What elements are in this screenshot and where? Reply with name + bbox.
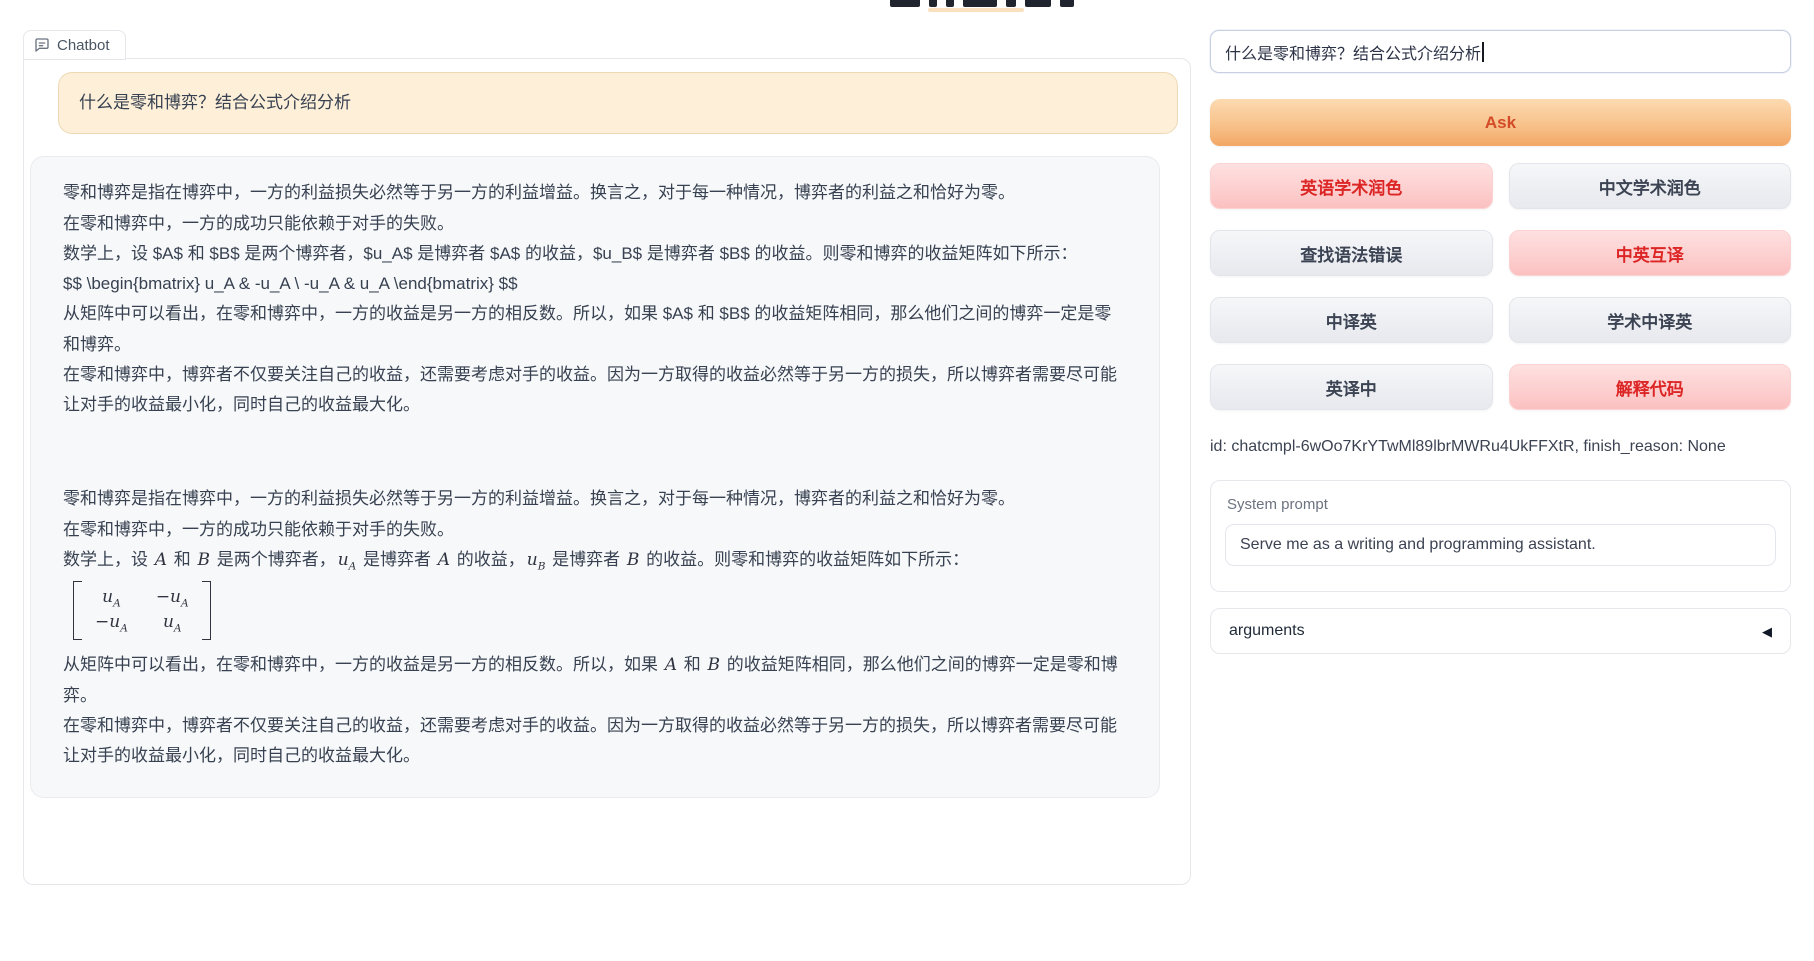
bot-raw-markdown-block: 零和博弈是指在博弈中，一方的利益损失必然等于另一方的利益增益。换言之，对于每一种… [63, 178, 1127, 420]
academic-zh-to-en-button[interactable]: 学术中译英 [1509, 297, 1792, 343]
system-prompt-label: System prompt [1227, 496, 1790, 513]
question-input[interactable]: 什么是零和博弈？结合公式介绍分析 [1210, 30, 1791, 73]
matrix-right-bracket [202, 581, 211, 640]
payoff-matrix: uA−uA−uAuA [63, 576, 1127, 651]
explain-code-button[interactable]: 解释代码 [1509, 364, 1792, 410]
system-prompt-value: Serve me as a writing and programming as… [1240, 536, 1596, 554]
chatbot-label-text: Chatbot [57, 37, 110, 54]
question-input-value: 什么是零和博弈？结合公式介绍分析 [1225, 40, 1481, 64]
chatbot-label: Chatbot [23, 30, 126, 60]
chatbot-panel: Chatbot 什么是零和博弈？结合公式介绍分析 零和博弈是指在博弈中，一方的利… [23, 58, 1191, 885]
arguments-accordion-label: arguments [1229, 622, 1305, 640]
bot-raw-paragraph: 从矩阵中可以看出，在零和博弈中，一方的收益是另一方的相反数。所以，如果 $A$ … [63, 299, 1127, 360]
user-message-text: 什么是零和博弈？结合公式介绍分析 [79, 93, 351, 112]
clipped-heading-fragment [890, 0, 1074, 8]
bot-raw-paragraph: 数学上，设 $A$ 和 $B$ 是两个博弈者，$u_A$ 是博弈者 $A$ 的收… [63, 239, 1127, 269]
accordion-collapsed-arrow-icon: ◀ [1762, 625, 1772, 638]
zh-en-mutual-translation-button[interactable]: 中英互译 [1509, 230, 1792, 276]
system-prompt-input[interactable]: Serve me as a writing and programming as… [1225, 524, 1776, 566]
bot-rendered-paragraph: 在零和博弈中，一方的成功只能依赖于对手的失败。 [63, 515, 1127, 545]
bot-rendered-paragraph: 零和博弈是指在博弈中，一方的利益损失必然等于另一方的利益增益。换言之，对于每一种… [63, 484, 1127, 514]
bot-raw-paragraph: 在零和博弈中，博弈者不仅要关注自己的收益，还需要考虑对手的收益。因为一方取得的收… [63, 360, 1127, 421]
user-message-bubble: 什么是零和博弈？结合公式介绍分析 [58, 72, 1178, 134]
bot-rendered-paragraph: 在零和博弈中，博弈者不仅要关注自己的收益，还需要考虑对手的收益。因为一方取得的收… [63, 711, 1127, 772]
bot-rendered-paragraph-math: 从矩阵中可以看出，在零和博弈中，一方的收益是另一方的相反数。所以，如果 A 和 … [63, 650, 1127, 711]
english-academic-polish-button[interactable]: 英语学术润色 [1210, 163, 1493, 209]
bot-rendered-paragraph-math: 数学上，设 A 和 B 是两个博弈者，uA 是博弈者 A 的收益，uB 是博弈者… [63, 545, 1127, 576]
bot-raw-paragraph: 零和博弈是指在博弈中，一方的利益损失必然等于另一方的利益增益。换言之，对于每一种… [63, 178, 1127, 208]
matrix-left-bracket [73, 581, 82, 640]
function-button-grid: 英语学术润色中文学术润色查找语法错误中英互译中译英学术中译英英译中解释代码 [1210, 163, 1791, 410]
matrix-body: uA−uA−uAuA [82, 581, 202, 640]
zh-to-en-button[interactable]: 中译英 [1210, 297, 1493, 343]
system-prompt-panel: System prompt Serve me as a writing and … [1210, 480, 1791, 592]
bot-raw-latex-line: $$ \begin{bmatrix} u_A & -u_A \ -u_A & u… [63, 269, 1127, 299]
arguments-accordion[interactable]: arguments ◀ [1210, 608, 1791, 654]
ask-button[interactable]: Ask [1210, 99, 1791, 146]
response-status-line: id: chatcmpl-6wOo7KrYTwMl89lbrMWRu4UkFFX… [1210, 438, 1810, 456]
find-grammar-errors-button[interactable]: 查找语法错误 [1210, 230, 1493, 276]
chat-bubble-icon [34, 37, 50, 53]
text-cursor [1482, 42, 1484, 62]
bot-message-bubble: 零和博弈是指在博弈中，一方的利益损失必然等于另一方的利益增益。换言之，对于每一种… [30, 156, 1160, 798]
en-to-zh-button[interactable]: 英译中 [1210, 364, 1493, 410]
heading-underline-fragment [928, 8, 1024, 12]
chinese-academic-polish-button[interactable]: 中文学术润色 [1509, 163, 1792, 209]
bot-rendered-markdown-block: 零和博弈是指在博弈中，一方的利益损失必然等于另一方的利益增益。换言之，对于每一种… [63, 484, 1127, 771]
bot-raw-paragraph: 在零和博弈中，一方的成功只能依赖于对手的失败。 [63, 209, 1127, 239]
